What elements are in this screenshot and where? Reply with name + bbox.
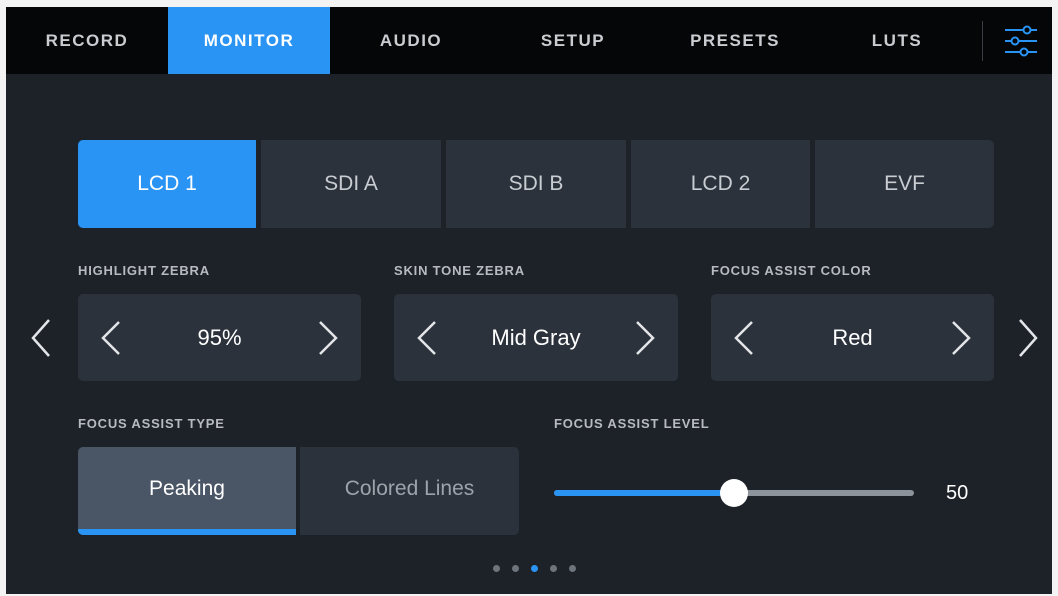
focus-assist-color-stepper: Red bbox=[711, 294, 994, 381]
next-page-icon[interactable] bbox=[1017, 318, 1039, 358]
page-dot bbox=[493, 565, 500, 572]
output-lcd1-button[interactable]: LCD 1 bbox=[78, 140, 256, 228]
increase-chevron-icon[interactable] bbox=[634, 320, 656, 356]
focus-assist-type-label: FOCUS ASSIST TYPE bbox=[78, 416, 225, 431]
selected-indicator bbox=[78, 529, 296, 535]
output-sdi-a-button[interactable]: SDI A bbox=[261, 140, 441, 228]
focus-assist-level-slider[interactable] bbox=[554, 479, 914, 507]
page-dot bbox=[531, 565, 538, 572]
page-dot bbox=[512, 565, 519, 572]
tab-record[interactable]: RECORD bbox=[6, 7, 168, 74]
page-dot bbox=[569, 565, 576, 572]
tab-presets[interactable]: PRESETS bbox=[654, 7, 816, 74]
peaking-option-button[interactable]: Peaking bbox=[78, 447, 296, 535]
menu-tab-bar: RECORD MONITOR AUDIO SETUP PRESETS LUTS bbox=[6, 7, 1052, 74]
output-sdi-b-button[interactable]: SDI B bbox=[446, 140, 626, 228]
tab-divider bbox=[982, 21, 983, 61]
skin-tone-zebra-label: SKIN TONE ZEBRA bbox=[394, 263, 525, 278]
focus-assist-color-label: FOCUS ASSIST COLOR bbox=[711, 263, 872, 278]
tab-audio[interactable]: AUDIO bbox=[330, 7, 492, 74]
output-lcd2-button[interactable]: LCD 2 bbox=[631, 140, 810, 228]
previous-page-icon[interactable] bbox=[30, 318, 52, 358]
tab-monitor[interactable]: MONITOR bbox=[168, 7, 330, 74]
focus-assist-level-value: 50 bbox=[946, 482, 969, 504]
slider-handle[interactable] bbox=[720, 479, 748, 507]
tab-setup[interactable]: SETUP bbox=[492, 7, 654, 74]
page-dot bbox=[550, 565, 557, 572]
peaking-option-label: Peaking bbox=[149, 477, 225, 500]
colored-lines-option-label: Colored Lines bbox=[344, 477, 475, 500]
highlight-zebra-label: HIGHLIGHT ZEBRA bbox=[78, 263, 210, 278]
tab-luts[interactable]: LUTS bbox=[816, 7, 978, 74]
monitor-settings-screen: RECORD MONITOR AUDIO SETUP PRESETS LUTS … bbox=[6, 7, 1052, 594]
colored-lines-option-button[interactable]: Colored Lines bbox=[300, 447, 519, 535]
sliders-icon[interactable] bbox=[1004, 24, 1038, 58]
slider-fill bbox=[554, 490, 734, 496]
highlight-zebra-stepper: 95% bbox=[78, 294, 361, 381]
output-evf-button[interactable]: EVF bbox=[815, 140, 994, 228]
skin-tone-zebra-stepper: Mid Gray bbox=[394, 294, 678, 381]
increase-chevron-icon[interactable] bbox=[317, 320, 339, 356]
increase-chevron-icon[interactable] bbox=[950, 320, 972, 356]
focus-assist-level-label: FOCUS ASSIST LEVEL bbox=[554, 416, 710, 431]
